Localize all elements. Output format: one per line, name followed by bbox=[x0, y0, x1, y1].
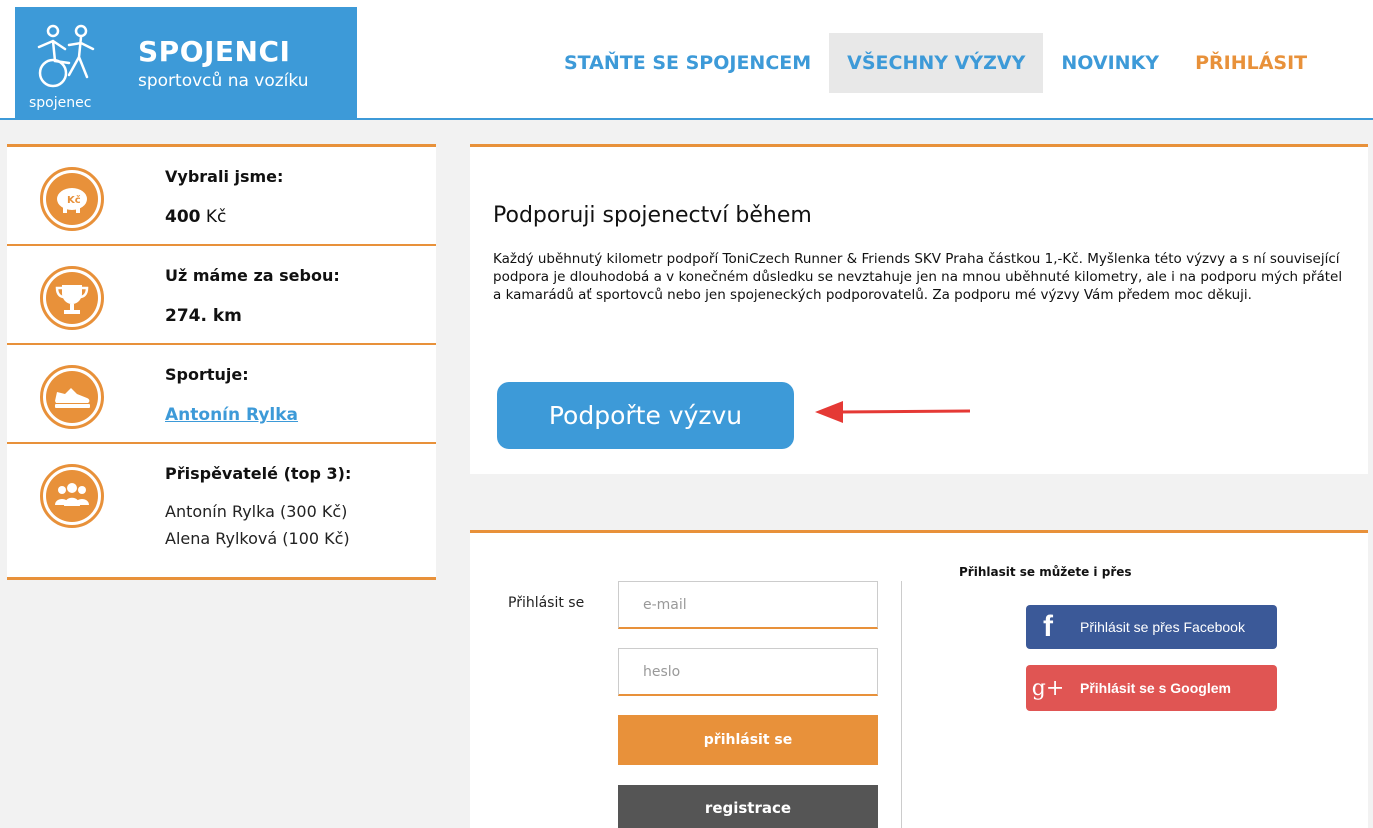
stat-distance-value: 274. km bbox=[165, 306, 242, 326]
challenge-description: Každý uběhnutý kilometr podpoří ToniCzec… bbox=[493, 251, 1343, 303]
register-button[interactable]: registrace bbox=[618, 785, 878, 828]
contributor-item: Alena Rylková (100 Kč) bbox=[165, 529, 350, 548]
challenge-card: Podporuji spojenectví během Každý uběhnu… bbox=[470, 144, 1368, 474]
athlete-profile-link[interactable]: Antonín Rylka bbox=[165, 405, 298, 425]
login-button[interactable]: přihlásit se bbox=[618, 715, 878, 765]
contributor-item: Antonín Rylka (300 Kč) bbox=[165, 502, 348, 521]
nav-all-challenges[interactable]: VŠECHNY VÝZVY bbox=[829, 33, 1044, 93]
nav-login[interactable]: PŘIHLÁSIT bbox=[1177, 33, 1325, 93]
people-icon bbox=[40, 464, 104, 528]
login-divider bbox=[901, 581, 902, 828]
nav-news[interactable]: NOVINKY bbox=[1043, 33, 1177, 93]
stat-raised: Kč Vybrali jsme: 400 Kč bbox=[7, 147, 436, 246]
google-login-label: Přihlásit se s Googlem bbox=[1080, 680, 1231, 696]
support-challenge-button[interactable]: Podpořte výzvu bbox=[497, 382, 794, 449]
main-nav: STAŇTE SE SPOJENCEM VŠECHNY VÝZVY NOVINK… bbox=[546, 33, 1325, 93]
wheelchair-runner-logo-icon: spojenec bbox=[29, 24, 95, 111]
login-label: Přihlásit se bbox=[508, 595, 585, 611]
google-plus-icon: g+ bbox=[1031, 675, 1065, 701]
facebook-login-label: Přihlásit se přes Facebook bbox=[1080, 619, 1245, 635]
piggy-bank-icon-text: Kč bbox=[67, 194, 81, 206]
logo-title: SPOJENCI bbox=[138, 35, 291, 68]
trophy-icon bbox=[40, 266, 104, 330]
stat-contributors-label: Přispěvatelé (top 3): bbox=[165, 464, 352, 483]
stat-athlete: Sportuje: Antonín Rylka bbox=[7, 345, 436, 444]
sneaker-icon bbox=[40, 365, 104, 429]
stat-raised-currency: Kč bbox=[205, 207, 227, 227]
stat-raised-label: Vybrali jsme: bbox=[165, 167, 284, 186]
challenge-title: Podporuji spojenectví během bbox=[493, 203, 812, 228]
stat-athlete-label: Sportuje: bbox=[165, 365, 249, 384]
stat-raised-amount: 400 bbox=[165, 207, 201, 227]
social-login-title: Přihlasit se můžete i přes bbox=[959, 565, 1132, 579]
stat-distance-label: Už máme za sebou: bbox=[165, 266, 340, 285]
facebook-login-button[interactable]: f Přihlásit se přes Facebook bbox=[1026, 605, 1277, 649]
password-input[interactable] bbox=[618, 648, 878, 696]
challenge-stats-sidebar: Kč Vybrali jsme: 400 Kč Už máme za sebou… bbox=[7, 144, 436, 580]
google-login-button[interactable]: g+ Přihlásit se s Googlem bbox=[1026, 665, 1277, 711]
site-header: spojenec SPOJENCI sportovců na vozíku ST… bbox=[0, 0, 1373, 120]
arrow-left-icon bbox=[815, 401, 971, 423]
stat-distance: Už máme za sebou: 274. km bbox=[7, 246, 436, 345]
logo[interactable]: spojenec SPOJENCI sportovců na vozíku bbox=[15, 7, 357, 120]
nav-become-ally[interactable]: STAŇTE SE SPOJENCEM bbox=[546, 33, 829, 93]
stat-raised-value: 400 Kč bbox=[165, 207, 226, 227]
login-card: Přihlásit se přihlásit se registrace Při… bbox=[470, 530, 1368, 828]
stat-contributors: Přispěvatelé (top 3): Antonín Rylka (300… bbox=[7, 444, 436, 577]
logo-icon-text: spojenec bbox=[29, 95, 91, 111]
piggy-bank-icon: Kč bbox=[40, 167, 104, 231]
logo-subtitle: sportovců na vozíku bbox=[138, 71, 309, 91]
facebook-icon: f bbox=[1043, 610, 1053, 643]
email-input[interactable] bbox=[618, 581, 878, 629]
